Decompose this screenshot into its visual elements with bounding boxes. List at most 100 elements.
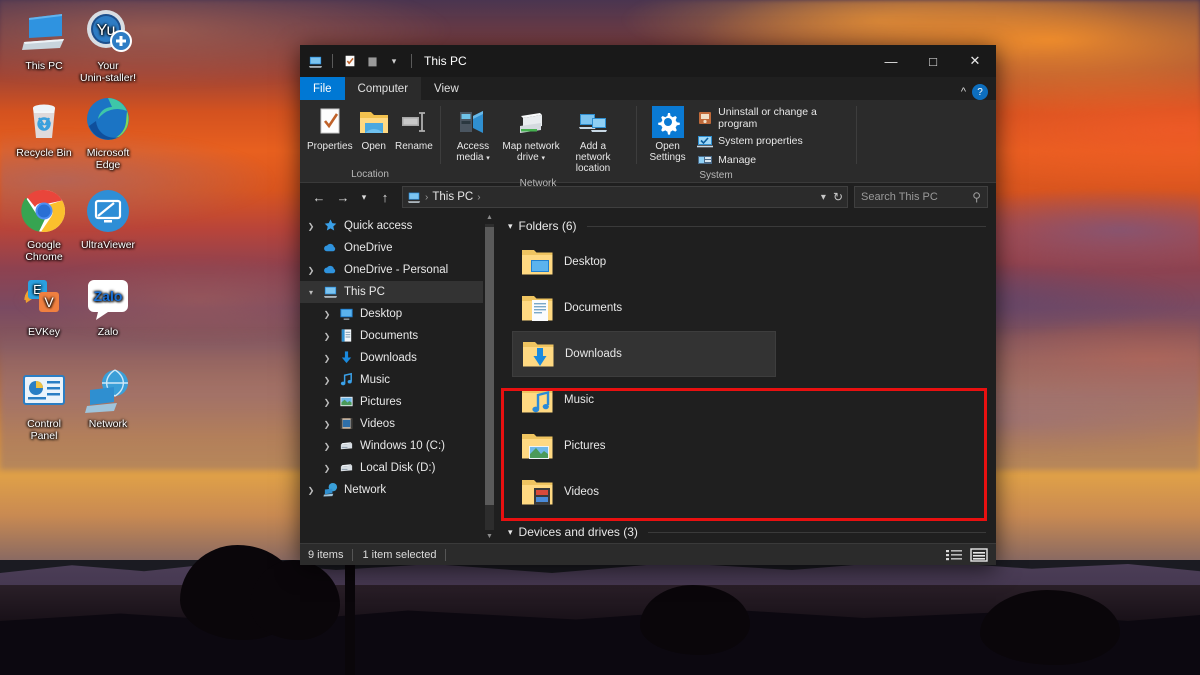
folder-item-pictures[interactable]: Pictures (512, 423, 776, 469)
folder-item-documents[interactable]: Documents (512, 285, 776, 331)
new-folder-icon[interactable] (363, 52, 381, 70)
sidebar-item-pictures[interactable]: ❯ Pictures (300, 391, 496, 413)
desktop-icon-evkey[interactable]: E V EVKey (8, 274, 80, 338)
desktop-icon-recycle-bin[interactable]: Recycle Bin (8, 95, 80, 159)
customize-dropdown-icon[interactable]: ▾ (385, 52, 403, 70)
desktop-icon-zalo[interactable]: Zalo Zalo (72, 274, 144, 338)
tab-file[interactable]: File (300, 77, 345, 100)
folder-item-downloads[interactable]: Downloads (512, 331, 776, 377)
folder-item-desktop[interactable]: Desktop (512, 239, 776, 285)
scroll-down-arrow-icon[interactable]: ▼ (483, 530, 496, 543)
scrollbar-thumb[interactable] (485, 227, 494, 505)
large-icons-view-button[interactable] (970, 547, 988, 563)
open-folder-icon (358, 106, 390, 138)
item-count: 9 items (308, 549, 343, 561)
desktop-icon-label: UltraViewer (81, 239, 135, 251)
sidebar-item-quick-access[interactable]: ❯Quick access (300, 215, 496, 237)
folder-item-videos[interactable]: Videos (512, 469, 776, 515)
uninstall-program-button[interactable]: Uninstall or change a program (697, 106, 850, 130)
scroll-up-arrow-icon[interactable]: ▲ (483, 211, 496, 224)
desktop-icon-ultraviewer[interactable]: UltraViewer (72, 187, 144, 251)
tab-computer[interactable]: Computer (345, 77, 422, 100)
access-media-button[interactable]: Accessmedia ▾ (446, 104, 500, 166)
map-network-drive-button[interactable]: Map networkdrive ▾ (500, 104, 562, 166)
file-explorer-window: ▾ This PC — □ ✕ File Computer View ^ ? (300, 45, 996, 565)
desktop-icon-your-uninstaller[interactable]: Yu YourUnin-staller! (72, 8, 144, 84)
chevron-right-icon[interactable]: ❯ (320, 464, 334, 473)
refresh-icon[interactable]: ↻ (833, 190, 843, 204)
chevron-right-icon[interactable]: ❯ (320, 332, 334, 341)
toolbar-divider (411, 54, 412, 68)
chevron-right-icon[interactable]: ❯ (320, 310, 334, 319)
uninstaller-icon: Yu (84, 8, 132, 56)
chevron-right-icon[interactable]: ❯ (320, 442, 334, 451)
chevron-up-icon[interactable]: ^ (961, 86, 966, 98)
system-properties-button[interactable]: System properties (697, 133, 850, 149)
rename-button[interactable]: Rename (394, 104, 434, 154)
sidebar-item-downloads[interactable]: ❯Downloads (300, 347, 496, 369)
button-label: OpenSettings (650, 141, 686, 163)
chevron-right-icon[interactable]: ❯ (304, 222, 318, 231)
chevron-right-icon[interactable]: ❯ (304, 486, 318, 495)
sidebar-item-windows-10-c[interactable]: ❯Windows 10 (C:) (300, 435, 496, 457)
sidebar-item-music[interactable]: ❯Music (300, 369, 496, 391)
network-icon (323, 482, 339, 498)
search-icon[interactable]: ⚲ (972, 190, 981, 204)
sidebar-item-label: Local Disk (D:) (360, 462, 435, 474)
sidebar-item-this-pc[interactable]: ▾This PC (300, 281, 496, 303)
chevron-right-icon[interactable]: ❯ (320, 354, 334, 363)
chevron-right-icon[interactable]: ❯ (304, 266, 318, 275)
maximize-button[interactable]: □ (912, 45, 954, 77)
open-button[interactable]: Open (354, 104, 394, 154)
desktop-icon-microsoft-edge[interactable]: MicrosoftEdge (72, 95, 144, 171)
sidebar-item-local-disk-d[interactable]: ❯ Local Disk (D:) (300, 457, 496, 479)
back-button[interactable]: ← (308, 186, 330, 208)
sidebar-item-onedrive[interactable]: OneDrive (300, 237, 496, 259)
search-input[interactable]: Search This PC ⚲ (854, 186, 988, 208)
folder-item-music[interactable]: Music (512, 377, 776, 423)
desktop-icon-network[interactable]: Network (72, 366, 144, 430)
properties-button[interactable]: Properties (306, 104, 354, 154)
collapse-chevron-icon[interactable]: ▾ (508, 527, 513, 538)
recent-locations-button[interactable]: ▾ (356, 186, 372, 208)
chevron-right-icon[interactable]: ❯ (320, 398, 334, 407)
chevron-down-icon[interactable]: ▾ (304, 288, 318, 297)
breadcrumb-separator[interactable]: › (477, 192, 480, 203)
open-settings-button[interactable]: OpenSettings (642, 104, 693, 165)
help-button[interactable]: ? (972, 84, 988, 100)
minimize-button[interactable]: — (870, 45, 912, 77)
folder-item-label: Documents (564, 302, 622, 314)
up-button[interactable]: ↑ (374, 186, 396, 208)
sidebar-item-documents[interactable]: ❯Documents (300, 325, 496, 347)
forward-button[interactable]: → (332, 186, 354, 208)
sidebar-item-videos[interactable]: ❯Videos (300, 413, 496, 435)
add-network-location-button[interactable]: Add a networklocation (562, 104, 624, 176)
chevron-right-icon[interactable]: ❯ (320, 420, 334, 429)
address-dropdown-icon[interactable]: ▾ (821, 192, 826, 203)
sidebar-item-network[interactable]: ❯Network (300, 479, 496, 501)
properties-icon[interactable] (341, 52, 359, 70)
chevron-right-icon[interactable]: ❯ (320, 376, 334, 385)
control-panel-icon (20, 366, 68, 414)
sidebar-item-onedrive-personal[interactable]: ❯ OneDrive - Personal (300, 259, 496, 281)
folders-grid: Desktop Documents DownloadsMusicPicturesVi… (496, 237, 996, 515)
drives-section-header[interactable]: ▾ Devices and drives (3) (496, 515, 996, 543)
title-bar[interactable]: ▾ This PC — □ ✕ (300, 45, 996, 77)
tab-label: View (434, 83, 459, 95)
computer-icon[interactable] (306, 52, 324, 70)
folder-desktop-icon (520, 246, 554, 278)
sidebar-item-label: OneDrive - Personal (344, 264, 448, 276)
collapse-chevron-icon[interactable]: ▾ (508, 221, 513, 232)
navigation-scrollbar[interactable]: ▲ ▼ (483, 211, 496, 543)
details-view-button[interactable] (945, 547, 963, 563)
close-button[interactable]: ✕ (954, 45, 996, 77)
manage-button[interactable]: Manage (697, 152, 850, 168)
desktop-icon-control-panel[interactable]: ControlPanel (8, 366, 80, 442)
folders-section-header[interactable]: ▾ Folders (6) (496, 211, 996, 237)
breadcrumb-this-pc[interactable]: This PC (432, 191, 473, 203)
tab-view[interactable]: View (421, 77, 472, 100)
desktop-icon-this-pc[interactable]: This PC (8, 8, 80, 72)
sidebar-item-desktop[interactable]: ❯Desktop (300, 303, 496, 325)
desktop-icon-google-chrome[interactable]: GoogleChrome (8, 187, 80, 263)
sidebar-item-label: Pictures (360, 396, 402, 408)
